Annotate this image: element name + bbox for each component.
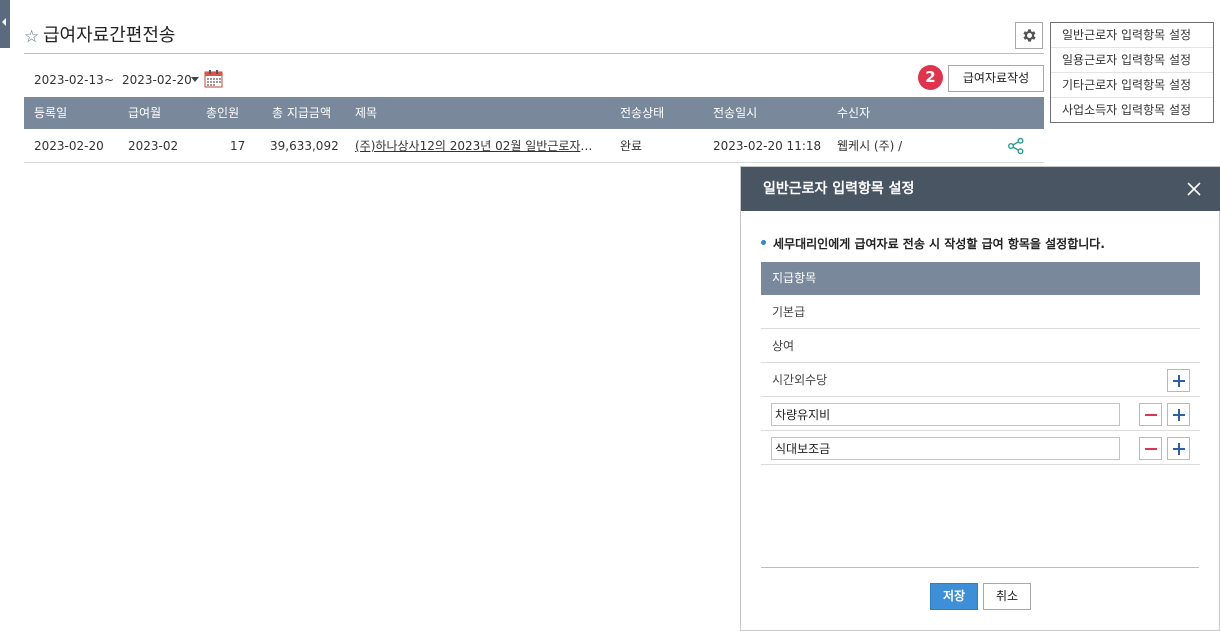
- input-settings-modal: 일반근로자 입력항목 설정 세무대리인에게 급여자료 전송 시 작성할 급여 항…: [740, 166, 1220, 631]
- modal-header: 일반근로자 입력항목 설정: [741, 167, 1220, 211]
- settings-dropdown-menu: 일반근로자 입력항목 설정 일용근로자 입력항목 설정 기타근로자 입력항목 설…: [1050, 22, 1214, 123]
- pay-item-label: 시간외수당: [772, 373, 828, 387]
- step-badge: 2: [918, 65, 943, 90]
- pay-item-row: [761, 431, 1200, 465]
- modal-description-text: 세무대리인에게 급여자료 전송 시 작성할 급여 항목을 설정합니다.: [773, 237, 1105, 251]
- plus-icon-stroke: [1178, 409, 1180, 421]
- cell-title-link[interactable]: (주)하나상사12의 2023년 02월 일반근로자 급여자료: [355, 129, 593, 163]
- col-reg-date: 등록일: [34, 106, 68, 120]
- star-outline-icon[interactable]: ☆: [24, 27, 39, 47]
- cell-status: 완료: [620, 139, 643, 153]
- date-separator: ~: [104, 73, 115, 87]
- cell-receiver: 웹케시 (주) /: [837, 139, 903, 153]
- remove-item-button[interactable]: [1139, 437, 1162, 460]
- calendar-icon[interactable]: [204, 69, 223, 88]
- chevron-down-icon[interactable]: [191, 77, 199, 82]
- chevron-left-icon: [2, 18, 6, 26]
- share-icon[interactable]: [1007, 137, 1025, 155]
- menu-item-other-worker[interactable]: 기타근로자 입력항목 설정: [1051, 73, 1213, 98]
- add-item-button[interactable]: [1167, 403, 1190, 426]
- close-icon[interactable]: [1185, 180, 1203, 198]
- cell-total-amount: 39,633,092: [270, 139, 339, 153]
- bullet-icon: [761, 240, 766, 245]
- menu-item-business-income[interactable]: 사업소득자 입력항목 설정: [1051, 98, 1213, 123]
- date-from[interactable]: 2023-02-13: [34, 72, 104, 88]
- pay-items-table: 지급항목 기본급 상여 시간외수당: [761, 262, 1200, 465]
- cell-sent-at: 2023-02-20 11:18: [713, 139, 822, 153]
- plus-icon-stroke: [1178, 375, 1180, 387]
- pay-item-row: 기본급: [761, 295, 1200, 329]
- sidebar-collapse-tab[interactable]: [0, 0, 10, 48]
- col-receiver: 수신자: [837, 106, 871, 120]
- page-header: ☆ 급여자료간편전송: [24, 24, 1044, 54]
- footer-divider: [761, 567, 1199, 568]
- settings-button[interactable]: [1015, 22, 1043, 49]
- modal-description: 세무대리인에게 급여자료 전송 시 작성할 급여 항목을 설정합니다.: [761, 237, 1105, 251]
- menu-item-regular-worker[interactable]: 일반근로자 입력항목 설정: [1051, 23, 1213, 48]
- table-row: 2023-02-20 2023-02 17 39,633,092 (주)하나상사…: [24, 129, 1044, 163]
- custom-item-input[interactable]: [771, 437, 1120, 460]
- payroll-table: 등록일 급여월 총인원 총 지급금액 제목 전송상태 전송일시 수신자 2023…: [24, 97, 1044, 163]
- cell-reg-date: 2023-02-20: [34, 139, 104, 153]
- custom-item-input[interactable]: [771, 403, 1120, 426]
- col-status: 전송상태: [620, 106, 665, 120]
- add-item-button[interactable]: [1167, 437, 1190, 460]
- cell-pay-month: 2023-02: [128, 139, 179, 153]
- table-header: 등록일 급여월 총인원 총 지급금액 제목 전송상태 전송일시 수신자: [24, 97, 1044, 129]
- pay-item-label: 기본급: [772, 305, 806, 319]
- menu-item-daily-worker[interactable]: 일용근로자 입력항목 설정: [1051, 48, 1213, 73]
- pay-item-label: 상여: [772, 339, 795, 353]
- col-headcount: 총인원: [206, 106, 240, 120]
- cancel-button[interactable]: 취소: [983, 583, 1031, 610]
- page-title: 급여자료간편전송: [43, 25, 176, 46]
- pay-item-row: 시간외수당: [761, 363, 1200, 397]
- pay-items-header: 지급항목: [761, 262, 1200, 295]
- col-pay-month: 급여월: [128, 106, 162, 120]
- plus-icon-stroke: [1178, 443, 1180, 455]
- cell-headcount: 17: [230, 139, 246, 153]
- minus-icon: [1145, 448, 1157, 450]
- pay-item-row: 상여: [761, 329, 1200, 363]
- add-item-button[interactable]: [1167, 369, 1190, 392]
- save-button[interactable]: 저장: [930, 583, 978, 610]
- gear-icon: [1023, 29, 1036, 42]
- modal-title: 일반근로자 입력항목 설정: [763, 181, 915, 197]
- col-total-amount: 총 지급금액: [272, 106, 332, 120]
- col-sent-at: 전송일시: [713, 106, 758, 120]
- pay-item-row: [761, 397, 1200, 431]
- write-payroll-button[interactable]: 급여자료작성: [948, 65, 1044, 92]
- date-to[interactable]: 2023-02-20: [122, 72, 192, 88]
- col-title: 제목: [355, 106, 378, 120]
- minus-icon: [1145, 414, 1157, 416]
- remove-item-button[interactable]: [1139, 403, 1162, 426]
